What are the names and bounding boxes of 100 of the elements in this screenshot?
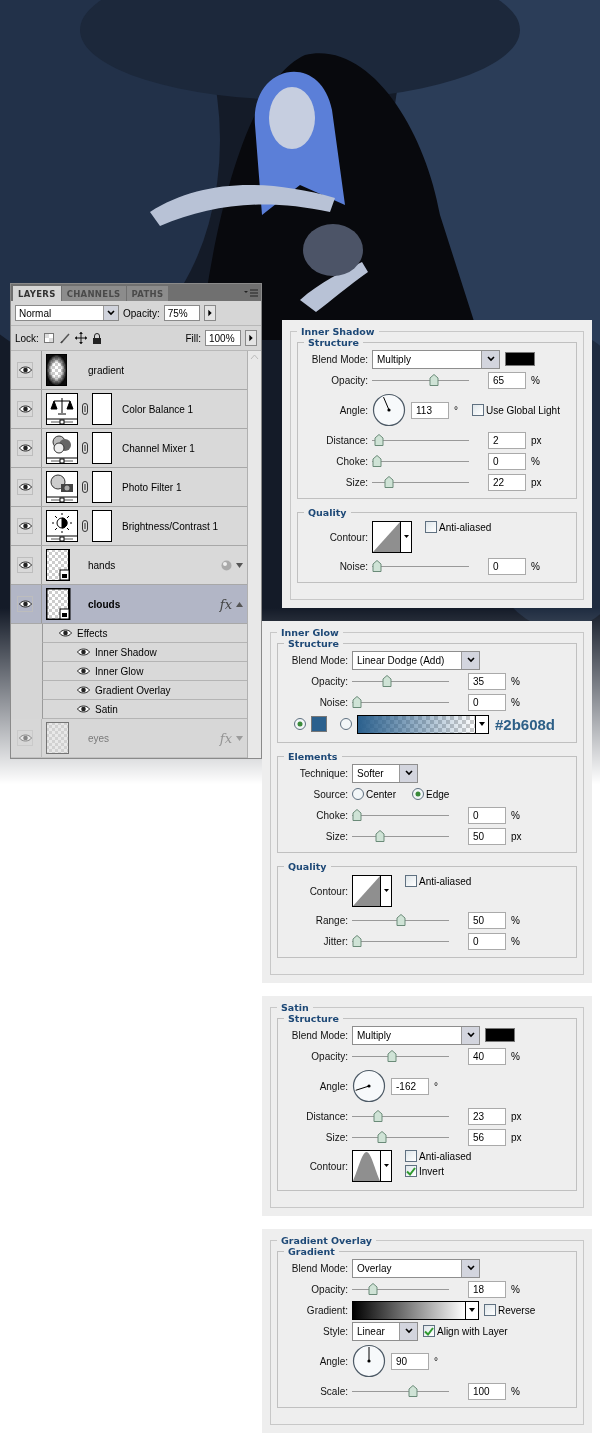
checkbox[interactable] [423, 1325, 435, 1337]
contour-picker[interactable] [352, 875, 392, 907]
slider-thumb[interactable] [352, 809, 362, 821]
slider-thumb[interactable] [367, 1283, 378, 1295]
value-field[interactable]: 18 [468, 1280, 506, 1298]
fill-field[interactable]: 100% [205, 330, 241, 346]
layer-row[interactable]: hands [11, 546, 247, 585]
visibility-toggle[interactable] [17, 518, 33, 534]
layer-row[interactable]: clouds fx [11, 585, 247, 624]
checkbox[interactable] [472, 404, 484, 416]
slider-thumb[interactable] [386, 1050, 397, 1062]
value-field[interactable]: 113 [411, 401, 449, 419]
section-title: Gradient [287, 1246, 336, 1257]
gradient-picker[interactable] [352, 1300, 479, 1320]
value-field[interactable]: 50 [468, 911, 506, 929]
slider-thumb[interactable] [374, 830, 385, 842]
slider-thumb[interactable] [372, 455, 382, 467]
value-field[interactable]: 0 [468, 932, 506, 950]
angle-dial[interactable] [352, 1069, 386, 1103]
visibility-toggle[interactable] [17, 557, 33, 573]
radio-button[interactable] [340, 718, 352, 730]
caret-down-icon[interactable] [236, 562, 243, 568]
dropdown[interactable]: Softer [352, 763, 418, 783]
unit-label: px [531, 434, 542, 446]
layer-row[interactable]: Channel Mixer 1 [11, 429, 247, 468]
angle-dial[interactable] [352, 1344, 386, 1378]
slider-thumb[interactable] [352, 935, 362, 947]
angle-dial[interactable] [372, 393, 406, 427]
blend-mode-dropdown[interactable]: Normal [15, 305, 119, 321]
move-icon[interactable] [74, 332, 87, 344]
checkbox[interactable] [405, 875, 417, 887]
value-field[interactable]: 35 [468, 672, 506, 690]
dropdown[interactable]: Overlay [352, 1258, 480, 1278]
layer-row[interactable]: Photo Filter 1 [11, 468, 247, 507]
slider-thumb[interactable] [428, 374, 439, 386]
value-field[interactable]: 65 [488, 371, 526, 389]
value-field[interactable]: 40 [468, 1047, 506, 1065]
effect-row[interactable]: Inner Shadow [42, 643, 247, 662]
radio-button[interactable] [294, 718, 306, 730]
value-field[interactable]: 22 [488, 473, 526, 491]
slider-thumb[interactable] [395, 914, 406, 926]
value-field[interactable]: 0 [488, 452, 526, 470]
color-swatch[interactable] [311, 716, 327, 732]
visibility-toggle[interactable] [17, 730, 33, 746]
panel-tab[interactable]: LAYERS [13, 286, 61, 301]
visibility-toggle[interactable] [17, 401, 33, 417]
panel-menu-icon[interactable] [244, 289, 258, 297]
arrow-right-icon[interactable] [245, 330, 257, 346]
radio-button[interactable] [352, 788, 364, 800]
slider-thumb[interactable] [372, 1110, 383, 1122]
value-field[interactable]: 23 [468, 1107, 506, 1125]
slider-thumb[interactable] [382, 675, 393, 687]
scrollbar[interactable] [247, 351, 261, 758]
checkbox[interactable] [405, 1165, 417, 1177]
dropdown[interactable]: Multiply [352, 1025, 480, 1045]
checker-square-icon[interactable] [42, 332, 55, 344]
layer-row[interactable]: Color Balance 1 [11, 390, 247, 429]
value-field[interactable]: 0 [468, 693, 506, 711]
visibility-toggle[interactable] [17, 362, 33, 378]
color-swatch[interactable] [485, 1028, 515, 1042]
slider-thumb[interactable] [372, 560, 382, 572]
dropdown[interactable]: Multiply [372, 349, 500, 369]
value-field[interactable]: 56 [468, 1128, 506, 1146]
field-label: Angle: [319, 1080, 348, 1092]
brush-icon[interactable] [58, 332, 71, 344]
visibility-toggle[interactable] [17, 440, 33, 456]
radio-button[interactable] [412, 788, 424, 800]
layer-row[interactable]: gradient [11, 351, 247, 390]
effect-row[interactable]: Gradient Overlay [42, 681, 247, 700]
effects-row[interactable]: Effects [42, 624, 247, 643]
slider-thumb[interactable] [373, 434, 384, 446]
color-swatch[interactable] [505, 352, 535, 366]
effect-row[interactable]: Satin [42, 700, 247, 719]
contour-picker[interactable] [352, 1150, 392, 1182]
value-field[interactable]: -162 [391, 1077, 429, 1095]
dropdown[interactable]: Linear [352, 1321, 418, 1341]
value-field[interactable]: 0 [468, 806, 506, 824]
visibility-toggle[interactable] [17, 596, 33, 612]
opacity-field[interactable]: 75% [163, 305, 200, 321]
slider-thumb[interactable] [352, 696, 362, 708]
slider-thumb[interactable] [384, 476, 395, 488]
value-field[interactable]: 0 [488, 557, 526, 575]
value-field[interactable]: 90 [391, 1352, 429, 1370]
checkbox[interactable] [405, 1150, 417, 1162]
effect-row[interactable]: Inner Glow [42, 662, 247, 681]
checkbox[interactable] [484, 1304, 496, 1316]
dropdown[interactable]: Linear Dodge (Add) [352, 650, 480, 670]
caret-up-icon[interactable] [236, 601, 243, 607]
value-field[interactable]: 100 [468, 1382, 506, 1400]
checkbox[interactable] [425, 521, 437, 533]
contour-picker[interactable] [372, 521, 412, 553]
arrow-right-icon[interactable] [203, 305, 216, 321]
slider-thumb[interactable] [407, 1385, 418, 1397]
visibility-toggle[interactable] [17, 479, 33, 495]
layer-row[interactable]: Brightness/Contrast 1 [11, 507, 247, 546]
value-field[interactable]: 50 [468, 827, 506, 845]
value-field[interactable]: 2 [488, 431, 526, 449]
gradient-picker[interactable] [357, 714, 489, 734]
slider-thumb[interactable] [377, 1131, 388, 1143]
lock-icon[interactable] [90, 332, 103, 344]
